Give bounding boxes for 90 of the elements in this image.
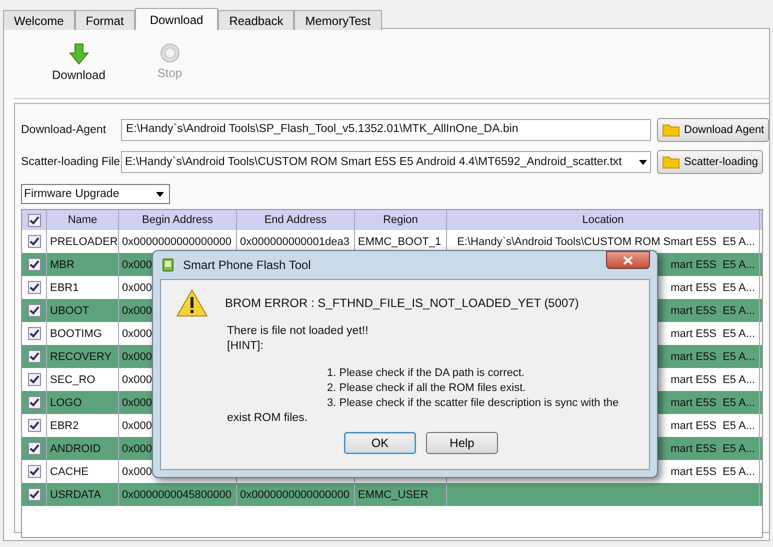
table-cell: 0x000 — [122, 466, 152, 478]
tab[interactable]: Readback — [218, 10, 294, 30]
table-cell: BOOTIMG — [50, 328, 102, 340]
checkbox[interactable] — [28, 304, 40, 317]
column-header[interactable]: Region — [355, 210, 447, 230]
table-cell: EBR2 — [50, 420, 79, 432]
table-cell: 0x0000000045800000 — [122, 488, 232, 500]
table-cell: 0x0000000000000000 — [240, 488, 350, 500]
checkbox[interactable] — [28, 465, 40, 478]
column-header[interactable]: End Address — [237, 210, 355, 230]
column-header[interactable]: Location — [447, 210, 760, 230]
browse-button[interactable]: Download Agent — [657, 118, 770, 142]
table-cell: EMMC_USER — [358, 488, 428, 500]
checkbox[interactable] — [28, 396, 40, 409]
checkbox[interactable] — [28, 214, 40, 226]
table-cell: mart E5S E5 A... — [670, 328, 755, 340]
path-field[interactable]: E:\Handy`s\Android Tools\SP_Flash_Tool_v5.1352.01\MTK_AllInOne_DA.bin — [121, 119, 651, 141]
app-icon — [161, 258, 175, 272]
hint-text: 1. Please check if the DA path is correct. — [327, 366, 526, 381]
column-header[interactable]: Name — [47, 210, 119, 230]
table-cell: mart E5S E5 A... — [670, 396, 755, 408]
checkbox[interactable] — [28, 373, 40, 386]
table-cell: mart E5S E5 A... — [670, 374, 755, 386]
hint-text: 2. Please check if all the ROM files exist. — [327, 381, 527, 396]
warning-icon — [175, 288, 209, 318]
mode-dropdown[interactable]: Firmware Upgrade — [21, 184, 170, 204]
table-cell: ANDROID — [50, 442, 101, 454]
checkbox[interactable] — [28, 327, 40, 340]
table-cell: mart E5S E5 A... — [670, 442, 755, 454]
table-cell: mart E5S E5 A... — [670, 420, 755, 432]
tab[interactable]: MemoryTest — [294, 10, 382, 30]
browse-button[interactable]: Scatter-loading — [657, 150, 763, 174]
folder-icon — [662, 123, 680, 137]
path-dropdown[interactable]: E:\Handy`s\Android Tools\CUSTOM ROM Smart E5S E5 Android 4.4\MT6592_Android_scatter.txt — [121, 151, 651, 173]
dialog-button[interactable]: Help — [426, 432, 498, 454]
close-button[interactable] — [606, 251, 650, 269]
table-cell: EMMC_BOOT_1 — [358, 236, 442, 248]
checkbox[interactable] — [28, 488, 40, 501]
table-cell: LOGO — [50, 396, 82, 408]
table-cell: 0x000 — [122, 304, 152, 316]
table-cell: UBOOT — [50, 304, 90, 316]
table-cell: RECOVERY — [50, 350, 112, 362]
table-cell: mart E5S E5 A... — [670, 466, 755, 478]
field-label: Download-Agent — [21, 124, 108, 136]
table-cell: USRDATA — [50, 488, 101, 500]
close-icon — [623, 256, 633, 264]
table-cell: mart E5S E5 A... — [670, 304, 755, 316]
dialog-title: Smart Phone Flash Tool — [183, 258, 311, 272]
field-label: Scatter-loading File — [21, 156, 121, 168]
column-header[interactable]: Begin Address — [119, 210, 237, 230]
caret-icon — [156, 192, 164, 196]
tab[interactable]: Welcome — [3, 10, 75, 30]
caret-icon — [639, 160, 647, 164]
tab[interactable]: Download — [134, 8, 218, 30]
hint-text: exist ROM files. — [227, 411, 309, 426]
table-cell: 0x000000000001dea3 — [240, 236, 350, 248]
message-text: There is file not loaded yet!! — [227, 324, 370, 339]
checkbox[interactable] — [28, 442, 40, 455]
table-cell: 0x000 — [122, 282, 152, 294]
table-cell: 0x000 — [122, 258, 152, 270]
checkbox[interactable] — [28, 419, 40, 432]
table-cell: MBR — [50, 258, 74, 270]
table-cell: 0x000 — [122, 442, 152, 454]
down-arrow-icon — [68, 43, 89, 65]
table-cell: 0x000 — [122, 350, 152, 362]
error-message: BROM ERROR : S_FTHND_FILE_IS_NOT_LOADED_YET (5007) — [225, 296, 579, 310]
table-cell: PRELOADER — [50, 236, 118, 248]
folder-icon — [662, 155, 680, 169]
checkbox[interactable] — [28, 281, 40, 294]
checkbox[interactable] — [28, 235, 40, 248]
table-cell: EBR1 — [50, 282, 79, 294]
checkbox[interactable] — [28, 258, 40, 271]
table-cell: CACHE — [50, 466, 89, 478]
table-cell: mart E5S E5 A... — [670, 350, 755, 362]
toolbar-button[interactable]: Download — [52, 43, 106, 98]
stop-icon — [160, 43, 180, 63]
message-text: [HINT]: — [227, 339, 264, 354]
dialog-button[interactable]: OK — [344, 432, 416, 454]
table-cell: E:\Handy`s\Android Tools\CUSTOM ROM Smart E5S E5 A... — [457, 236, 755, 248]
table-cell: 0x000 — [122, 420, 152, 432]
table-cell: SEC_RO — [50, 374, 96, 386]
table-cell: 0x000 — [122, 328, 152, 340]
table-cell: 0x0000000000000000 — [122, 236, 232, 248]
checkbox[interactable] — [28, 350, 40, 363]
table-cell: 0x000 — [122, 396, 152, 408]
tab[interactable]: Format — [74, 10, 135, 30]
table-cell: mart E5S E5 A... — [670, 258, 755, 270]
hint-text: 3. Please check if the scatter file description is sync with the — [327, 396, 620, 411]
table-cell: 0x000 — [122, 374, 152, 386]
table-cell: mart E5S E5 A... — [670, 282, 755, 294]
